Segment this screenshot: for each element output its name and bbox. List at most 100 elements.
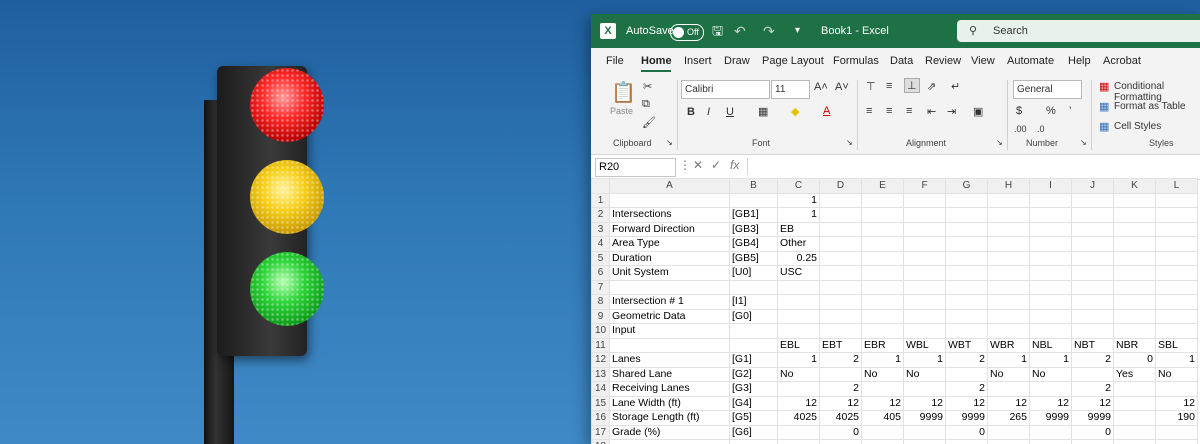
cell[interactable]: 4025: [819, 410, 862, 426]
cell[interactable]: 2: [945, 352, 988, 368]
cell[interactable]: [819, 308, 862, 324]
tab-file[interactable]: File: [606, 55, 624, 67]
row-header[interactable]: 17: [591, 424, 610, 440]
row-header[interactable]: 7: [591, 279, 610, 295]
cell[interactable]: [1155, 294, 1198, 310]
cell[interactable]: NBT: [1071, 337, 1114, 353]
cell[interactable]: [1113, 439, 1156, 444]
cell[interactable]: [1029, 221, 1072, 237]
cell[interactable]: [777, 424, 820, 440]
cell[interactable]: [G5]: [729, 410, 778, 426]
cell[interactable]: [987, 236, 1030, 252]
cell[interactable]: 1: [777, 192, 820, 208]
decrease-font-icon[interactable]: A˅: [835, 81, 849, 93]
cell[interactable]: [1113, 236, 1156, 252]
cell[interactable]: [903, 236, 946, 252]
tab-data[interactable]: Data: [890, 55, 913, 67]
conditional-formatting-icon[interactable]: ▦: [1099, 80, 1109, 93]
cell[interactable]: [945, 236, 988, 252]
cell[interactable]: [1071, 207, 1114, 223]
undo-icon[interactable]: ↶: [734, 14, 746, 48]
cell[interactable]: [903, 279, 946, 295]
cell[interactable]: [945, 221, 988, 237]
align-left-icon[interactable]: ≡: [866, 105, 872, 117]
cell[interactable]: [1155, 308, 1198, 324]
cell[interactable]: [1113, 308, 1156, 324]
cell[interactable]: 1: [1155, 352, 1198, 368]
column-header[interactable]: J: [1071, 178, 1114, 194]
cell[interactable]: [861, 308, 904, 324]
cell[interactable]: [609, 279, 730, 295]
alignment-launcher-icon[interactable]: ↘: [996, 138, 1003, 147]
cell-styles-button[interactable]: Cell Styles: [1114, 121, 1161, 132]
align-center-icon[interactable]: ≡: [886, 105, 892, 117]
cell[interactable]: [G6]: [729, 424, 778, 440]
cell[interactable]: 12: [819, 395, 862, 411]
increase-decimal-icon[interactable]: .00: [1014, 124, 1027, 134]
cell[interactable]: Forward Direction: [609, 221, 730, 237]
enter-icon[interactable]: ✓: [711, 158, 721, 172]
redo-icon[interactable]: ↷: [763, 14, 775, 48]
cell[interactable]: [1071, 439, 1114, 444]
tab-page-layout[interactable]: Page Layout: [762, 55, 824, 67]
cell[interactable]: [903, 294, 946, 310]
cell[interactable]: [903, 424, 946, 440]
cell[interactable]: [1071, 250, 1114, 266]
cell[interactable]: SBL: [1155, 337, 1198, 353]
align-middle-icon[interactable]: ≡: [886, 80, 892, 92]
tab-insert[interactable]: Insert: [684, 55, 712, 67]
align-right-icon[interactable]: ≡: [906, 105, 912, 117]
cell[interactable]: [987, 265, 1030, 281]
search-box[interactable]: ⚲ Search: [957, 20, 1200, 42]
row-header[interactable]: 3: [591, 221, 610, 237]
row-header[interactable]: 16: [591, 410, 610, 426]
cell[interactable]: [G0]: [729, 308, 778, 324]
cell[interactable]: [I1]: [729, 294, 778, 310]
cell[interactable]: 12: [861, 395, 904, 411]
cell[interactable]: [777, 439, 820, 444]
cell[interactable]: [903, 221, 946, 237]
cell[interactable]: EBT: [819, 337, 862, 353]
paste-label[interactable]: Paste: [610, 106, 633, 116]
cell[interactable]: [1071, 366, 1114, 382]
cell[interactable]: USC: [777, 265, 820, 281]
column-header[interactable]: H: [987, 178, 1030, 194]
cell[interactable]: [609, 192, 730, 208]
cell[interactable]: [G2]: [729, 366, 778, 382]
align-top-icon[interactable]: ⊤: [866, 80, 876, 93]
increase-indent-icon[interactable]: ⇥: [947, 105, 956, 118]
row-header[interactable]: 4: [591, 236, 610, 252]
column-header[interactable]: I: [1029, 178, 1072, 194]
cell[interactable]: [G4]: [729, 395, 778, 411]
row-header[interactable]: 8: [591, 294, 610, 310]
cell[interactable]: [861, 236, 904, 252]
cell[interactable]: [GB4]: [729, 236, 778, 252]
cell[interactable]: [1113, 294, 1156, 310]
cell[interactable]: [987, 424, 1030, 440]
cell[interactable]: [729, 337, 778, 353]
cell[interactable]: [1029, 207, 1072, 223]
cell[interactable]: [945, 279, 988, 295]
cell[interactable]: [987, 323, 1030, 339]
row-header[interactable]: 1: [591, 192, 610, 208]
cell[interactable]: 1: [777, 207, 820, 223]
cell[interactable]: [819, 366, 862, 382]
cell[interactable]: [1113, 250, 1156, 266]
cell[interactable]: [GB3]: [729, 221, 778, 237]
cell[interactable]: [GB1]: [729, 207, 778, 223]
cell[interactable]: [1113, 410, 1156, 426]
cell[interactable]: NBR: [1113, 337, 1156, 353]
cell[interactable]: [1113, 424, 1156, 440]
cell[interactable]: 12: [1155, 395, 1198, 411]
cell[interactable]: [1029, 279, 1072, 295]
cell[interactable]: 1: [777, 352, 820, 368]
cell[interactable]: [1071, 323, 1114, 339]
tab-review[interactable]: Review: [925, 55, 961, 67]
cell[interactable]: [729, 323, 778, 339]
cell[interactable]: Yes: [1113, 366, 1156, 382]
name-box[interactable]: R20: [595, 158, 676, 177]
clipboard-launcher-icon[interactable]: ↘: [666, 138, 673, 147]
number-format-select[interactable]: General: [1013, 80, 1082, 99]
column-header[interactable]: D: [819, 178, 862, 194]
cell[interactable]: [1113, 395, 1156, 411]
